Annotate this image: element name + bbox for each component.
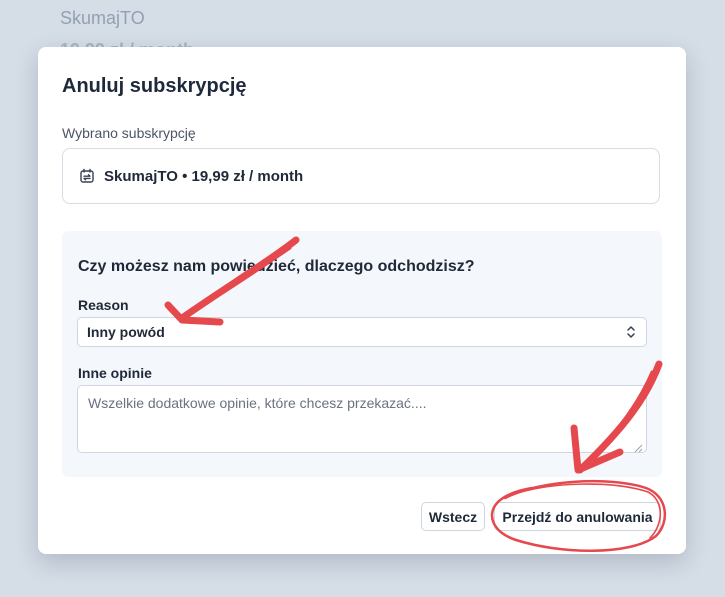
modal-title: Anuluj subskrypcję	[62, 75, 247, 97]
feedback-textarea[interactable]: Wszelkie dodatkowe opinie, które chcesz …	[77, 385, 647, 453]
subscription-summary: SkumajTO • 19,99 zł / month	[104, 167, 304, 185]
cancellation-survey: Czy możesz nam powiedzieć, dlaczego odch…	[62, 231, 662, 477]
background-app-title: SkumajTO	[60, 8, 145, 28]
subscription-card: SkumajTO • 19,99 zł / month	[62, 148, 660, 204]
back-button[interactable]: Wstecz	[421, 502, 485, 531]
reason-label: Reason	[78, 297, 129, 313]
feedback-label: Inne opinie	[78, 365, 152, 381]
cancel-subscription-modal: Anuluj subskrypcję Wybrano subskrypcję S…	[38, 47, 686, 554]
survey-question: Czy możesz nam powiedzieć, dlaczego odch…	[78, 258, 475, 275]
reason-select[interactable]: Inny powód	[77, 317, 647, 347]
proceed-to-cancel-button[interactable]: Przejdź do anulowania	[494, 502, 661, 531]
feedback-placeholder: Wszelkie dodatkowe opinie, które chcesz …	[88, 395, 427, 411]
resize-handle-icon[interactable]	[634, 440, 643, 453]
chevron-up-down-icon	[624, 324, 638, 340]
reason-select-value: Inny powód	[87, 324, 165, 340]
selected-subscription-label: Wybrano subskrypcję	[62, 125, 196, 141]
repeat-icon	[79, 168, 95, 184]
